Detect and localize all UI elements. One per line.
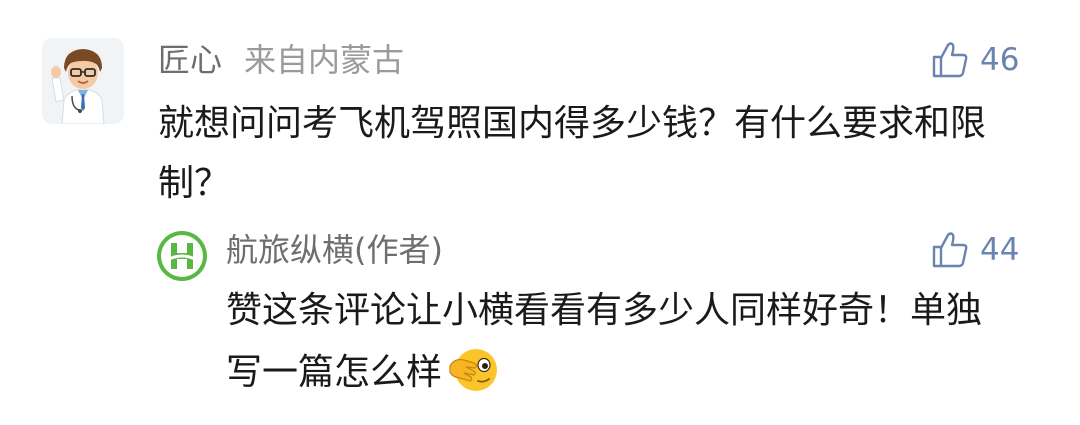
comment-like-button[interactable]: 46 bbox=[930, 36, 1019, 84]
facepalm-peek-emoji-icon bbox=[444, 344, 500, 394]
reply-like-count: 44 bbox=[980, 232, 1020, 268]
comment-like-count: 46 bbox=[980, 42, 1020, 78]
doctor-avatar-icon bbox=[51, 49, 105, 124]
user-avatar[interactable] bbox=[42, 38, 124, 124]
reply-like-button[interactable]: 44 bbox=[930, 226, 1019, 274]
thumbs-up-icon bbox=[932, 42, 968, 78]
author-tag: (作者) bbox=[354, 231, 443, 269]
thumbs-up-icon bbox=[932, 232, 968, 268]
reply-header: 航旅纵横 (作者) bbox=[226, 226, 443, 274]
comment-user-name[interactable]: 匠心 bbox=[158, 36, 222, 84]
reply-body-text: 赞这条评论让小横看看有多少人同样好奇！单独写一篇怎么样 bbox=[226, 290, 983, 393]
hanglv-logo-icon bbox=[157, 231, 207, 281]
comment-body: 就想问问考飞机驾照国内得多少钱？有什么要求和限制？ bbox=[158, 103, 987, 204]
reply-avatar[interactable] bbox=[156, 230, 208, 282]
comment-location: 来自内蒙古 bbox=[244, 41, 405, 79]
reply-user-name[interactable]: 航旅纵横 bbox=[226, 226, 354, 274]
comment-thread: 匠心 来自内蒙古 46 就想问问考飞机驾照国内得多少钱？有什么要求和限制？ 航旅… bbox=[0, 0, 1080, 425]
reply-body: 赞这条评论让小横看看有多少人同样好奇！单独写一篇怎么样 bbox=[226, 280, 986, 404]
comment-header: 匠心 来自内蒙古 bbox=[158, 36, 404, 84]
